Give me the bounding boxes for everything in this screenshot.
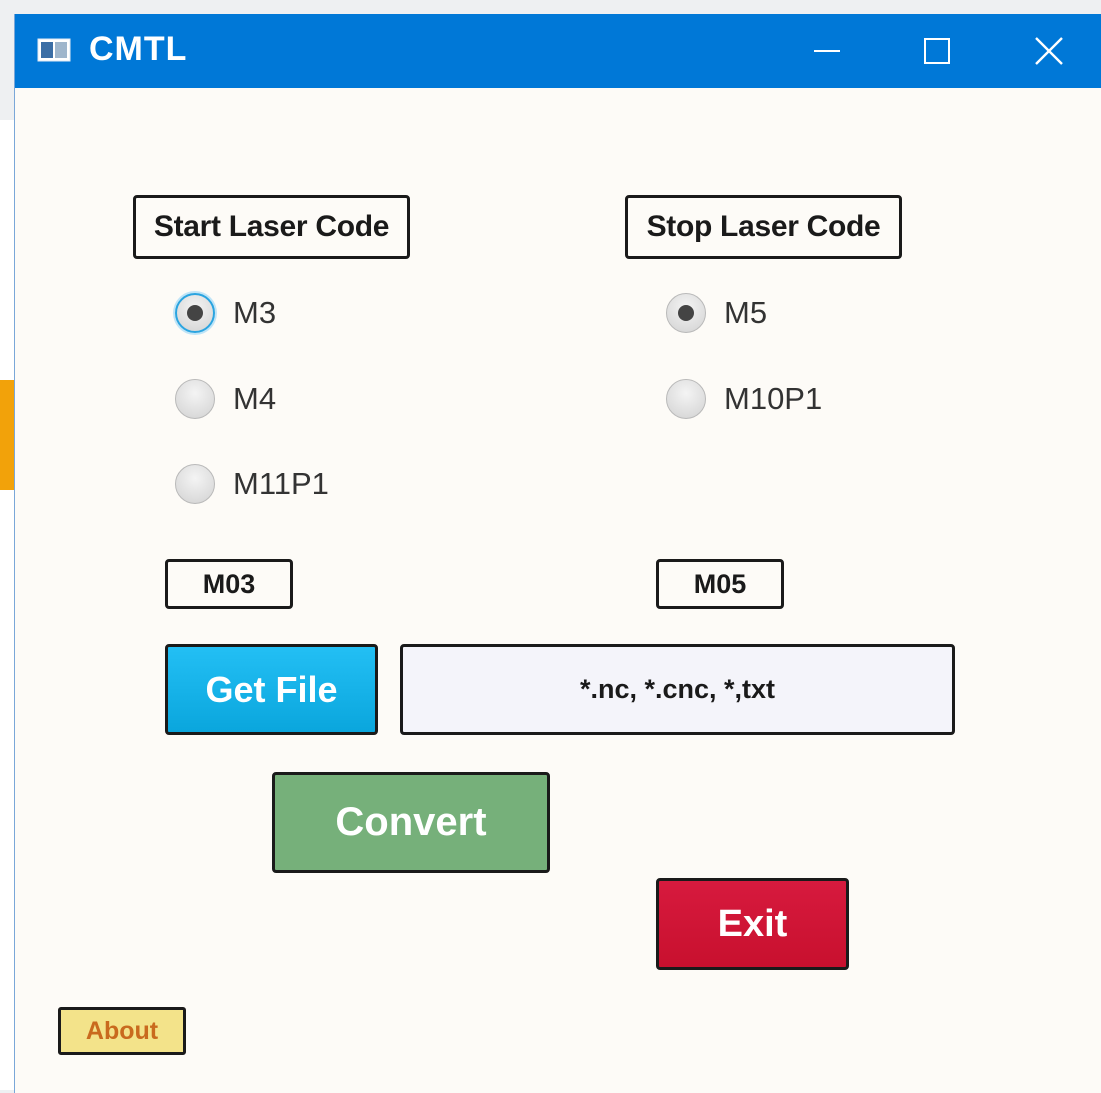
radio-start-m4[interactable]: M4 <box>175 376 276 422</box>
radio-button-selected[interactable] <box>666 293 706 333</box>
title-bar[interactable]: CMTL <box>15 14 1101 88</box>
file-path-field[interactable]: *.nc, *.cnc, *,txt <box>400 644 955 735</box>
radio-button[interactable] <box>666 379 706 419</box>
app-window: CMTL Start Laser Code M3 M4 M11P1 M03 St… <box>14 14 1101 1093</box>
background-window-edge-orange <box>0 380 14 490</box>
maximize-icon <box>924 38 950 64</box>
background-window-edge <box>0 120 14 380</box>
stop-code-value: M05 <box>656 559 784 609</box>
minimize-button[interactable] <box>787 14 867 88</box>
radio-label: M3 <box>233 295 277 330</box>
start-code-value: M03 <box>165 559 293 609</box>
radio-label: M5 <box>724 295 768 330</box>
about-button[interactable]: About <box>58 1007 186 1055</box>
minimize-icon <box>814 50 840 52</box>
radio-start-m3[interactable]: M3 <box>175 290 276 336</box>
close-icon <box>1035 37 1063 65</box>
close-button[interactable] <box>1009 14 1089 88</box>
start-laser-code-header: Start Laser Code <box>133 195 410 259</box>
radio-start-m11p1[interactable]: M11P1 <box>175 461 329 507</box>
radio-dot <box>678 305 694 321</box>
window-title: CMTL <box>89 30 188 68</box>
radio-label: M10P1 <box>724 381 823 416</box>
radio-stop-m10p1[interactable]: M10P1 <box>666 376 822 422</box>
convert-button[interactable]: Convert <box>272 772 550 873</box>
radio-button[interactable] <box>175 464 215 504</box>
stop-laser-code-header: Stop Laser Code <box>625 195 902 259</box>
radio-label: M11P1 <box>233 466 329 501</box>
maximize-button[interactable] <box>897 14 977 88</box>
radio-button-selected[interactable] <box>175 293 215 333</box>
get-file-button[interactable]: Get File <box>165 644 378 735</box>
radio-label: M4 <box>233 381 277 416</box>
exit-button[interactable]: Exit <box>656 878 849 970</box>
background-window-edge-lower <box>0 490 14 1090</box>
radio-dot <box>187 305 203 321</box>
app-icon <box>37 38 71 62</box>
radio-button[interactable] <box>175 379 215 419</box>
radio-stop-m5[interactable]: M5 <box>666 290 767 336</box>
